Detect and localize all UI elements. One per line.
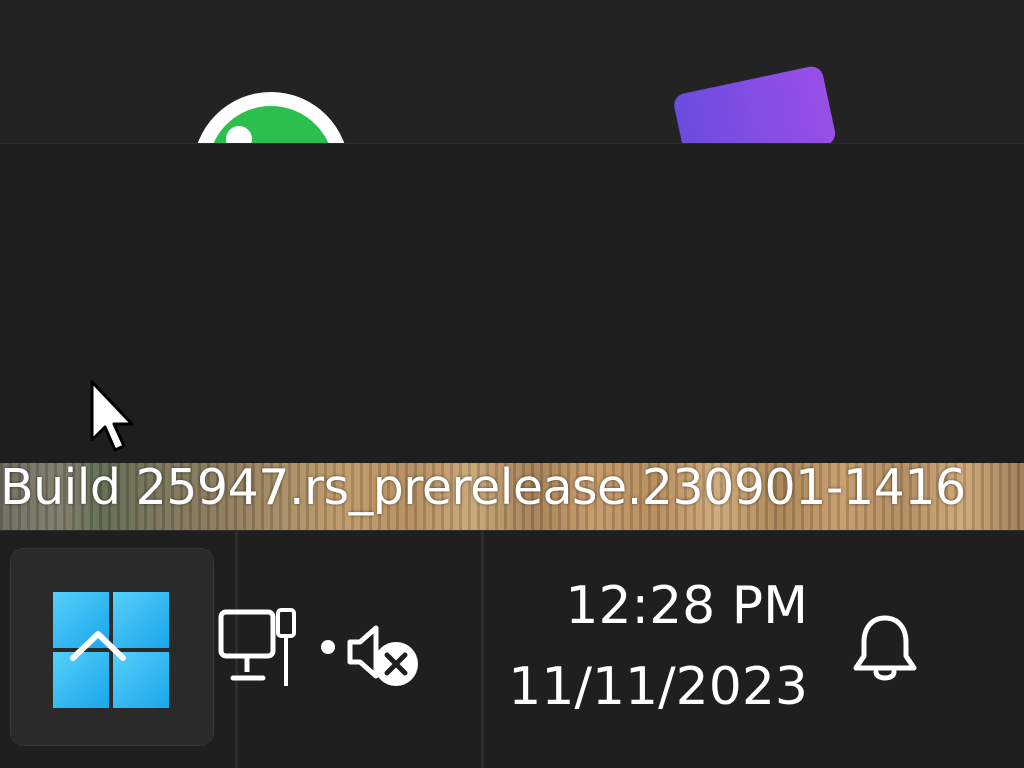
build-watermark: Build 25947.rs_prerelease.230901-1416 xyxy=(0,459,966,516)
clock-time[interactable]: 12:28 PM xyxy=(520,576,808,636)
ethernet-network-icon[interactable] xyxy=(218,606,300,690)
taskbar-divider xyxy=(481,530,484,768)
desktop-screen: Build 25947.rs_prerelease.230901-1416 12… xyxy=(0,0,1024,768)
start-menu-panel xyxy=(0,143,1024,464)
clock-date[interactable]: 11/11/2023 xyxy=(480,656,808,718)
mouse-cursor-icon xyxy=(90,380,134,452)
tray-separator-dot xyxy=(321,640,335,654)
app-purple-icon[interactable] xyxy=(672,64,838,143)
bell-icon[interactable] xyxy=(850,612,920,686)
volume-muted-icon[interactable] xyxy=(344,616,422,690)
start-menu-pinned-apps xyxy=(0,0,1024,143)
chevron-up-icon xyxy=(70,631,126,661)
